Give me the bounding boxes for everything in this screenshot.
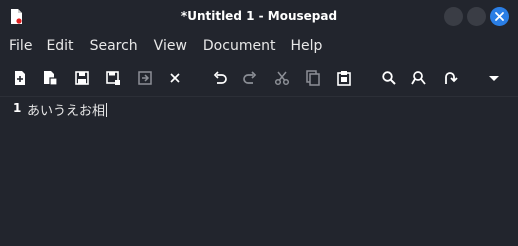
new-window-button[interactable]: [41, 69, 59, 87]
copy-icon: [306, 70, 320, 86]
text-cursor: [106, 103, 108, 117]
toolbar: [0, 62, 518, 94]
save-button[interactable]: [73, 69, 91, 87]
copy-button[interactable]: [304, 69, 322, 87]
overflow-menu-icon: [489, 76, 499, 81]
paste-button[interactable]: [335, 69, 353, 87]
editor-line[interactable]: あいうえお相: [27, 100, 108, 119]
menu-help[interactable]: Help: [275, 34, 322, 58]
maximize-button[interactable]: [467, 7, 486, 26]
menu-bar: File Edit Search View Document Help: [0, 34, 518, 58]
undo-button[interactable]: [211, 69, 229, 87]
find-replace-icon: [411, 71, 426, 85]
menu-document[interactable]: Document: [187, 34, 276, 58]
line-number-gutter: 1: [0, 97, 24, 246]
new-document-icon: [15, 71, 25, 85]
go-to-line-button[interactable]: [441, 69, 459, 87]
window-title: *Untitled 1 - Mousepad: [180, 9, 338, 23]
find-icon: [382, 71, 396, 85]
save-as-icon: [106, 71, 120, 85]
menu-view[interactable]: View: [138, 34, 187, 58]
revert-icon: [138, 71, 152, 85]
menu-file[interactable]: File: [0, 34, 32, 58]
find-replace-button[interactable]: [410, 69, 428, 87]
save-as-button[interactable]: [104, 69, 122, 87]
overflow-menu-button[interactable]: [485, 69, 503, 87]
editor-line-text: あいうえお相: [27, 104, 106, 119]
mousepad-window: *Untitled 1 - Mousepad File Edit Search …: [0, 0, 518, 246]
title-bar[interactable]: *Untitled 1 - Mousepad: [0, 0, 518, 33]
line-number: 1: [13, 101, 22, 115]
go-to-line-icon: [445, 72, 458, 84]
close-window-button[interactable]: [490, 7, 509, 26]
revert-button[interactable]: [136, 69, 154, 87]
minimize-button[interactable]: [444, 7, 463, 26]
close-tab-icon: [170, 73, 180, 83]
menu-search[interactable]: Search: [74, 34, 138, 58]
close-icon: [495, 12, 504, 21]
redo-icon: [243, 71, 257, 84]
find-button[interactable]: [380, 69, 398, 87]
save-icon: [75, 71, 89, 85]
menu-edit[interactable]: Edit: [32, 34, 73, 58]
cut-button[interactable]: [273, 69, 291, 87]
new-window-icon: [44, 71, 58, 86]
new-document-button[interactable]: [11, 69, 29, 87]
text-editor[interactable]: 1 あいうえお相: [0, 96, 518, 246]
cut-icon: [274, 71, 290, 86]
paste-icon: [337, 71, 351, 86]
undo-icon: [213, 71, 227, 84]
close-tab-button[interactable]: [166, 69, 184, 87]
redo-button[interactable]: [241, 69, 259, 87]
